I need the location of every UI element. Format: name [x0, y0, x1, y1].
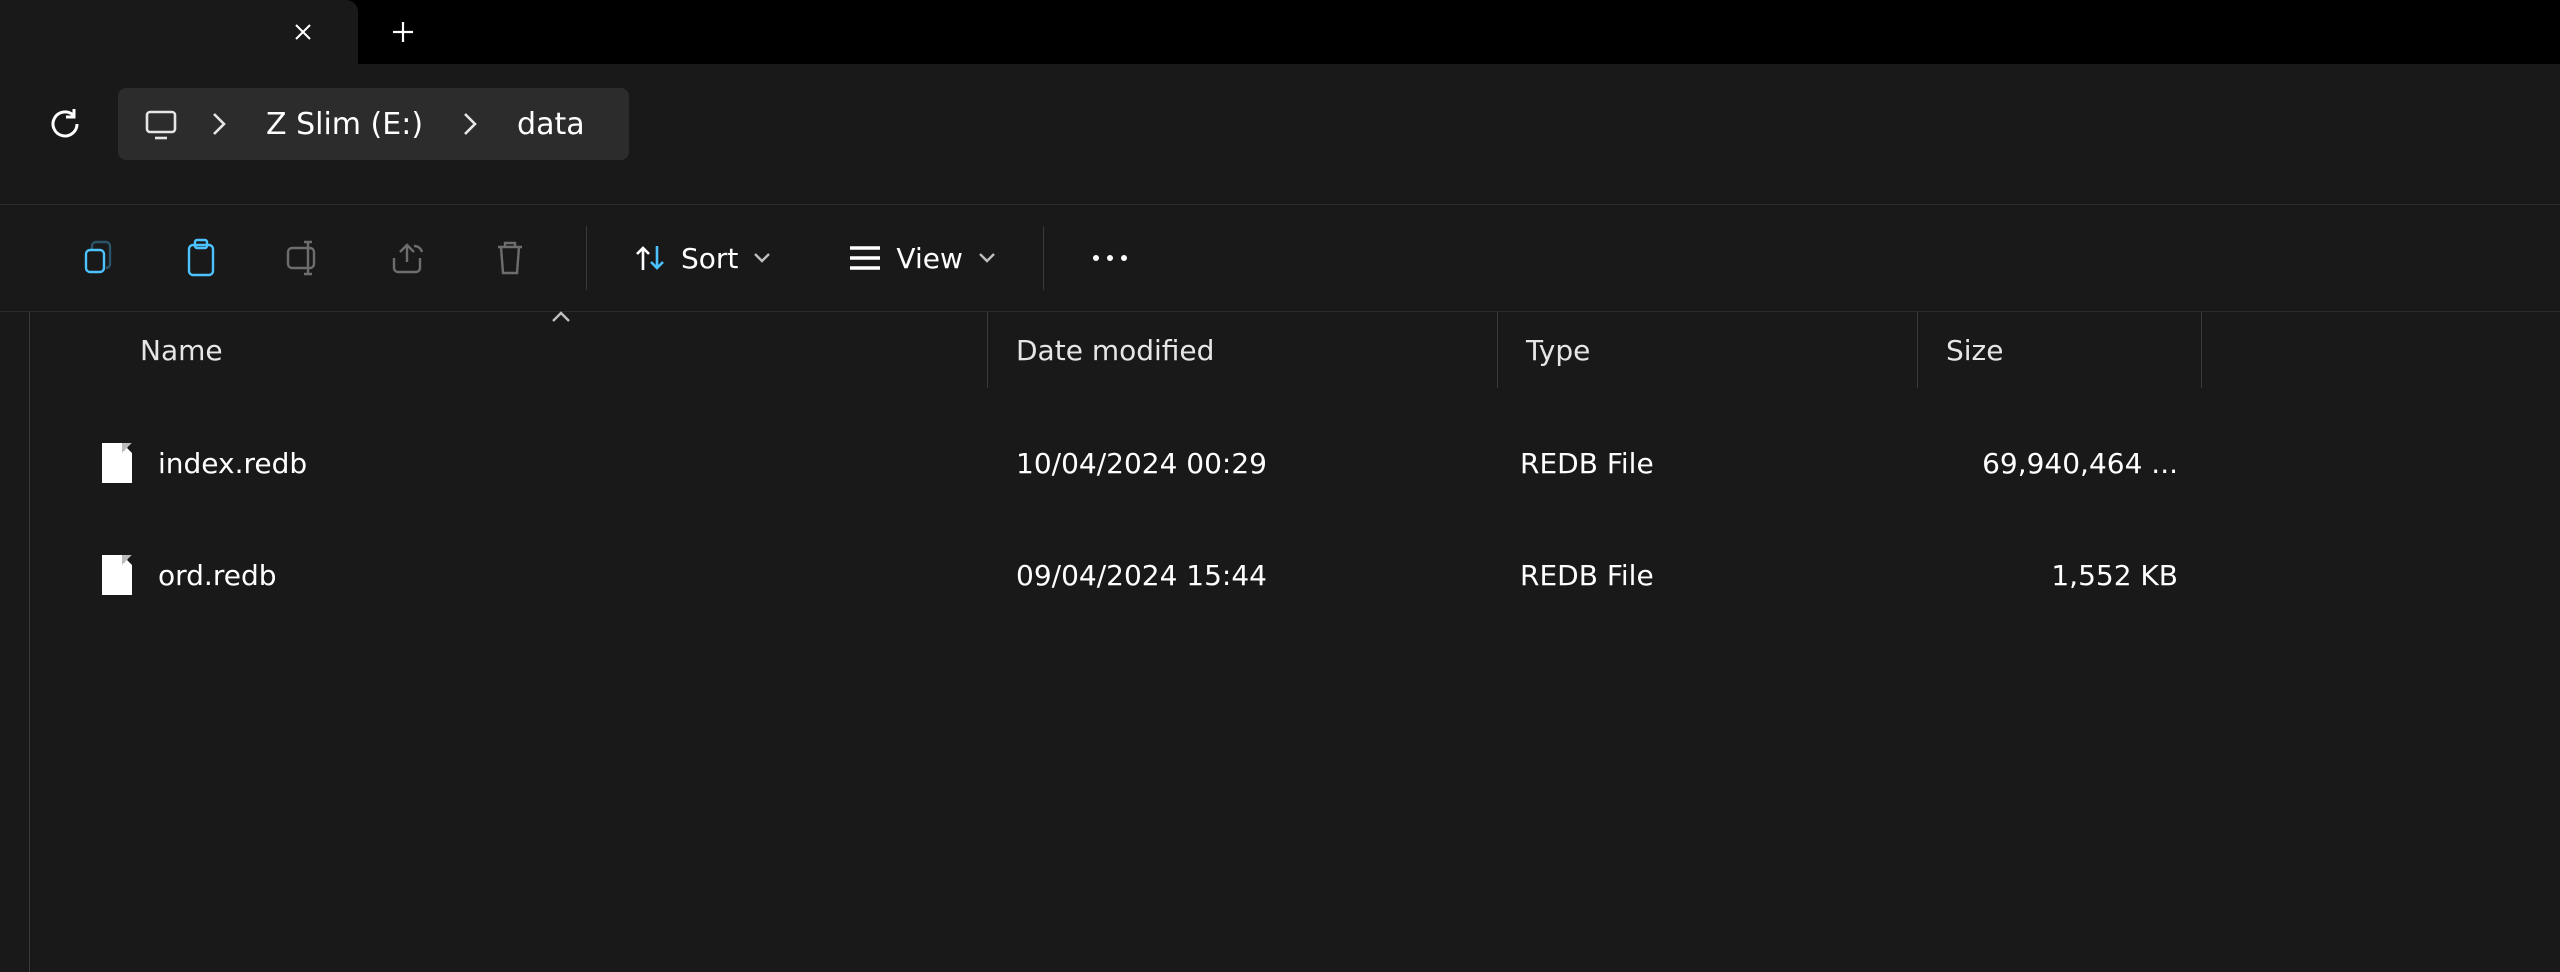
column-header-name[interactable]: Name — [30, 312, 988, 388]
refresh-button[interactable] — [30, 89, 100, 159]
paste-button[interactable] — [146, 222, 256, 294]
file-type: REDB File — [1498, 447, 1918, 480]
file-row[interactable]: index.redb 10/04/2024 00:29 REDB File 69… — [30, 428, 2560, 498]
address-bar: Z Slim (E:) data — [0, 64, 2560, 184]
breadcrumb-drive[interactable]: Z Slim (E:) — [248, 88, 441, 160]
file-list: Name Date modified Type Size index.redb … — [30, 312, 2560, 972]
file-pane: Name Date modified Type Size index.redb … — [0, 312, 2560, 972]
breadcrumb[interactable]: Z Slim (E:) data — [118, 88, 629, 160]
chevron-right-icon[interactable] — [190, 88, 248, 160]
sort-caret-icon — [550, 310, 572, 324]
column-header-size[interactable]: Size — [1918, 312, 2202, 388]
sort-label: Sort — [681, 242, 738, 275]
file-date: 09/04/2024 15:44 — [988, 559, 1498, 592]
close-tab-icon[interactable] — [288, 17, 318, 47]
delete-button[interactable] — [462, 222, 558, 294]
file-icon — [102, 555, 132, 595]
chevron-right-icon[interactable] — [441, 88, 499, 160]
file-size: 1,552 KB — [1918, 559, 2202, 592]
monitor-icon[interactable] — [132, 88, 190, 160]
tab-strip — [0, 0, 2560, 64]
chevron-down-icon — [977, 251, 997, 265]
list-view-icon — [848, 245, 882, 271]
column-header-date[interactable]: Date modified — [988, 312, 1498, 388]
sort-menu[interactable]: Sort — [615, 222, 790, 294]
file-row[interactable]: ord.redb 09/04/2024 15:44 REDB File 1,55… — [30, 540, 2560, 610]
file-name: ord.redb — [158, 559, 277, 592]
view-label: View — [896, 242, 962, 275]
file-name: index.redb — [158, 447, 307, 480]
view-menu[interactable]: View — [830, 222, 1014, 294]
active-tab[interactable] — [0, 0, 358, 64]
command-bar: Sort View — [0, 204, 2560, 312]
share-button[interactable] — [352, 222, 462, 294]
new-tab-button[interactable] — [358, 0, 448, 64]
file-size: 69,940,464 ... — [1918, 447, 2202, 480]
more-menu[interactable] — [1072, 222, 1148, 294]
toolbar-separator — [586, 226, 587, 290]
breadcrumb-folder[interactable]: data — [499, 88, 603, 160]
nav-pane-edge[interactable] — [0, 312, 30, 972]
chevron-down-icon — [752, 251, 772, 265]
file-icon — [102, 443, 132, 483]
copy-button[interactable] — [50, 222, 146, 294]
ellipsis-icon — [1090, 252, 1130, 264]
file-type: REDB File — [1498, 559, 1918, 592]
column-headers: Name Date modified Type Size — [30, 312, 2560, 388]
toolbar-separator — [1043, 226, 1044, 290]
column-header-type[interactable]: Type — [1498, 312, 1918, 388]
sort-icon — [633, 242, 667, 274]
file-date: 10/04/2024 00:29 — [988, 447, 1498, 480]
rename-button[interactable] — [256, 222, 352, 294]
